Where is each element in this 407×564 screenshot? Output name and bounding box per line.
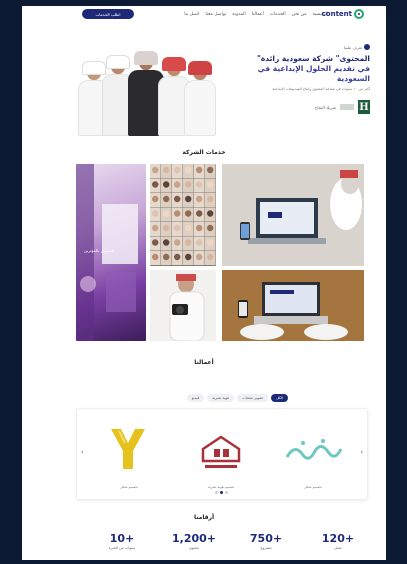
services-title: خدمات الشركة: [182, 149, 226, 156]
nav-item-contact[interactable]: تواصل معنا: [205, 12, 226, 17]
photo-collage-icon: [150, 164, 216, 265]
service-tile-digital[interactable]: [222, 164, 364, 266]
request-service-button[interactable]: اطلب الخدمات: [82, 9, 134, 19]
stat-number: 1,200+: [171, 532, 216, 545]
stat-item: 750+ مشروع: [236, 532, 296, 560]
filter-products[interactable]: تصوير منتجات: [237, 394, 269, 402]
nav-item-blog[interactable]: المدونة: [232, 12, 245, 17]
hero-title: "المحتوى" شركة سعودية رائدة: [256, 54, 370, 63]
work-filters: فيديو هوية بصرية تصوير منتجات الكل: [186, 394, 288, 402]
service-tile-photography[interactable]: [150, 270, 216, 341]
work-title: أعمالنا: [194, 359, 214, 366]
work-item-caption: تصميم شعار: [120, 485, 138, 489]
hero-subtitle: أكثر من ١٠ سنوات في صناعة المحتوى وإنتاج…: [272, 87, 370, 91]
logo-icon: [354, 9, 364, 19]
partner-logo-icon: [340, 104, 354, 110]
stat-number: 10+: [109, 532, 135, 545]
stat-item: 10+ سنوات من الخبرة: [92, 532, 152, 560]
service-tile-content-grid[interactable]: [150, 164, 216, 266]
laptop-phone-image-icon: [222, 164, 364, 266]
service-tile-web[interactable]: [222, 270, 364, 341]
house-logo-icon: [201, 435, 241, 468]
nav-item-work[interactable]: أعمالنا: [252, 12, 264, 17]
filter-all[interactable]: الكل: [271, 394, 288, 402]
work-item-y-logo[interactable]: تصميم شعار: [89, 421, 169, 491]
carousel-dot-active[interactable]: [220, 491, 223, 494]
service-tile-caption: التسويق بالمؤثرين: [84, 248, 115, 253]
hero-team-photo: [78, 46, 216, 136]
work-item-caption: تصميم هوية بصرية: [207, 485, 235, 489]
hero-text-block: تعرف علينا "المحتوى" شركة سعودية رائدة ف…: [230, 44, 370, 114]
partner-mark: H: [358, 100, 370, 114]
site-logo[interactable]: content: [322, 8, 364, 20]
carousel-prev-icon[interactable]: ‹: [81, 449, 83, 456]
filter-video[interactable]: فيديو: [186, 394, 205, 402]
stat-item: 1,200+ محتوى: [164, 532, 224, 560]
stat-label: سنوات من الخبرة: [108, 546, 136, 550]
hero-section: تعرف علينا "المحتوى" شركة سعودية رائدة ف…: [74, 38, 370, 136]
laptop-desk-image-icon: [222, 270, 364, 341]
carousel-dot[interactable]: [225, 491, 228, 494]
calligraphy-logo-icon: [285, 439, 343, 460]
filter-identity[interactable]: هوية بصرية: [207, 394, 235, 402]
service-tile-influencers[interactable]: التسويق بالمؤثرين: [76, 164, 146, 341]
work-carousel: ‹ › تصميم شعار تصميم هوية بصرية تصميم شع…: [76, 408, 368, 500]
stats-row: 120+ عميل 750+ مشروع 1,200+ محتوى 10+ سن…: [92, 532, 368, 560]
camera-image-icon: [150, 270, 216, 341]
work-item-caption: تصميم شعار: [304, 485, 322, 489]
stat-number: 750+: [249, 532, 283, 545]
hero-kicker: تعرف علينا: [230, 44, 370, 50]
partner-label: شريك النجاح: [314, 104, 336, 110]
logo-text: content: [321, 10, 352, 18]
y-logo-icon: [111, 429, 145, 469]
carousel-next-icon[interactable]: ›: [361, 449, 363, 456]
nav-item-services[interactable]: الخدمات: [270, 12, 286, 17]
stat-label: محتوى: [189, 546, 199, 550]
stat-label: عميل: [333, 546, 343, 550]
hero-title-line2: في تقديم الحلول الإبداعية في السعودية: [257, 64, 370, 83]
stat-item: 120+ عميل: [308, 532, 368, 560]
person-figure: [184, 61, 216, 136]
main-nav: الرئيسية من نحن الخدمات أعمالنا المدونة …: [138, 10, 328, 18]
stats-title: أرقامنا: [193, 514, 215, 521]
nav-item-call[interactable]: اتصل بنا: [184, 12, 199, 17]
carousel-dots: [215, 491, 228, 494]
stat-number: 120+: [321, 532, 355, 545]
carousel-dot[interactable]: [215, 491, 218, 494]
site-header: اطلب الخدمات الرئيسية من نحن الخدمات أعم…: [22, 6, 386, 22]
stat-label: مشروع: [260, 546, 272, 550]
work-item-calligraphy-logo[interactable]: تصميم شعار: [273, 421, 353, 491]
hero-partner: شريك النجاح H: [230, 100, 370, 114]
nav-item-about[interactable]: من نحن: [292, 12, 307, 17]
website-page: اطلب الخدمات الرئيسية من نحن الخدمات أعم…: [22, 6, 386, 560]
kicker-label: تعرف علينا: [343, 44, 362, 50]
work-item-house-logo[interactable]: تصميم هوية بصرية: [181, 421, 261, 491]
info-icon: [364, 44, 370, 50]
